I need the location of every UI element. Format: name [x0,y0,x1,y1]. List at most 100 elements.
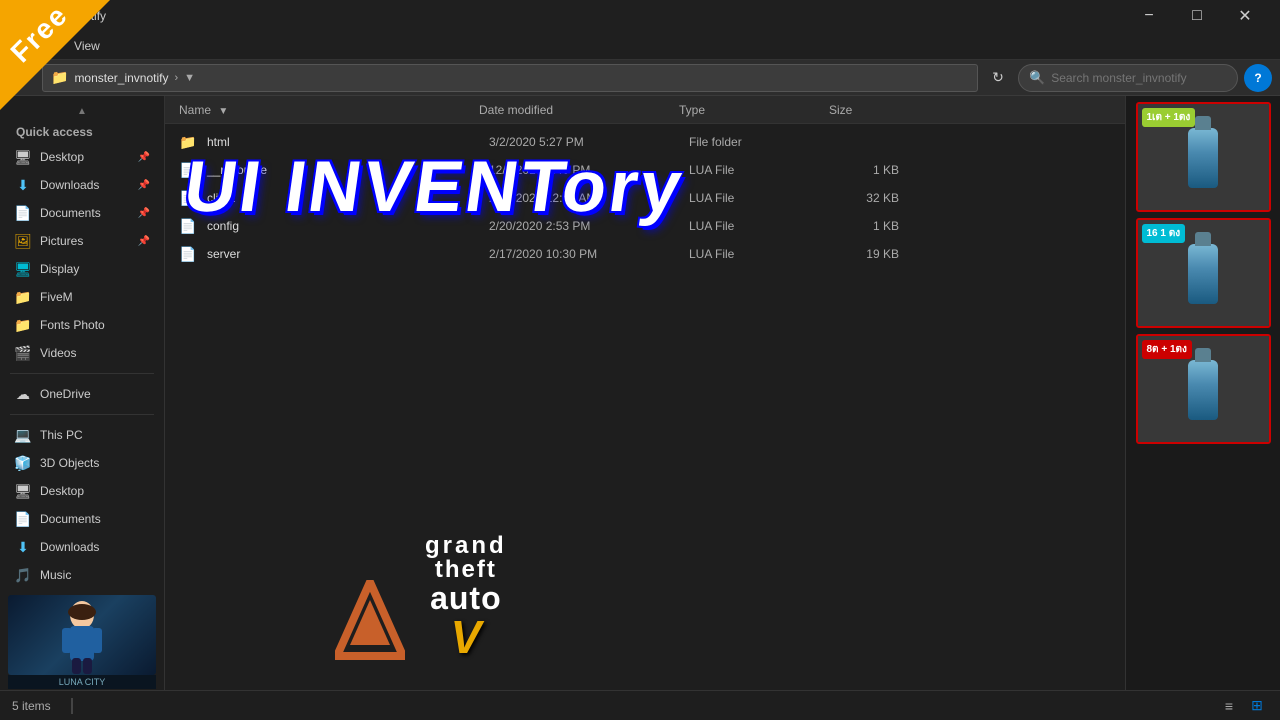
thispc-icon: 💻 [14,426,32,444]
file-row[interactable]: 📄 __resource 12/1/2019 6:40 PM LUA File … [165,156,1125,184]
music-icon: 🎵 [14,566,32,584]
luna-image [8,595,156,675]
file-area: Name ▼ Date modified Type Size UI INVENT… [165,96,1125,690]
path-dropdown[interactable]: ▼ [184,72,195,84]
file-row[interactable]: 📁 html 3/2/2020 5:27 PM File folder [165,128,1125,156]
thispc-label: This PC [40,428,150,442]
close-button[interactable]: ✕ [1222,0,1268,32]
thumbnail-3[interactable]: 8ต + 1ตง ⬇ [1136,334,1271,444]
sidebar-item-documents-quick[interactable]: 📄 Documents 📌 [0,199,164,227]
downloads-quick-label: Downloads [40,178,134,192]
lua-file-icon: 📄 [179,217,197,235]
desktop-pc-icon: 🖥 [14,482,32,500]
col-header-size[interactable]: Size [823,103,903,117]
gta-grand: grand [425,534,507,558]
documents-quick-icon: 📄 [14,204,32,222]
desktop-quick-icon: 🖥 [14,148,32,166]
file-name: client [207,191,489,205]
thumbnail-1[interactable]: 1เต + 1ตง ⬇ [1136,102,1271,212]
3d-objects-label: 3D Objects [40,456,150,470]
sidebar-item-downloads-quick[interactable]: ⬇ Downloads 📌 [0,171,164,199]
col-header-type[interactable]: Type [673,103,823,117]
minimize-button[interactable]: − [1126,0,1172,32]
thumb-bottle-3 [1188,360,1218,420]
file-row[interactable]: 📄 client 2/23/2020 12:41 AM LUA File 32 … [165,184,1125,212]
bottom-logos: grand theft auto V [335,534,507,660]
pin-icon-pictures: 📌 [138,236,150,247]
main-layout: ▲ Quick access 🖥 Desktop 📌 ⬇ Downloads 📌… [0,96,1280,690]
help-button[interactable]: ? [1244,64,1272,92]
file-row[interactable]: 📄 config 2/20/2020 2:53 PM LUA File 1 KB [165,212,1125,240]
menu-share[interactable]: Share [12,35,64,57]
fivem-label: FiveM [40,290,150,304]
address-bar: ↑ 📁 monster_invnotify › ▼ ↻ 🔍 ? [0,60,1280,96]
file-name: __resource [207,163,489,177]
up-button[interactable]: ↑ [8,64,36,92]
display-label: Display [40,262,150,276]
file-date: 12/1/2019 6:40 PM [489,163,689,177]
sidebar-item-fivem[interactable]: 📁 FiveM [0,283,164,311]
address-path-box[interactable]: 📁 monster_invnotify › ▼ [42,64,978,92]
videos-label: Videos [40,346,150,360]
window-controls: − □ ✕ [1126,0,1268,32]
pin-icon-downloads: 📌 [138,180,150,191]
pin-icon-documents: 📌 [138,208,150,219]
sidebar-item-desktop-quick[interactable]: 🖥 Desktop 📌 [0,143,164,171]
fonts-photo-icon: 📁 [14,316,32,334]
sidebar-item-onedrive[interactable]: ☁ OneDrive [0,380,164,408]
file-date: 2/23/2020 12:41 AM [489,191,689,205]
file-size: 32 KB [839,191,919,205]
file-size: 1 KB [839,219,919,233]
file-list: 📁 html 3/2/2020 5:27 PM File folder 📄 __… [165,124,1125,690]
fonts-photo-label: Fonts Photo [40,318,150,332]
menu-view[interactable]: View [64,35,110,57]
folder-file-icon: 📁 [179,133,197,151]
pictures-quick-label: Pictures [40,234,134,248]
maximize-button[interactable]: □ [1174,0,1220,32]
sidebar-item-pictures-quick[interactable]: 🖼 Pictures 📌 [0,227,164,255]
lua-file-icon: 📄 [179,161,197,179]
window-title: monster_invnotify [12,9,1126,23]
col-header-date[interactable]: Date modified [473,103,673,117]
3d-objects-icon: 🧊 [14,454,32,472]
desktop-pc-label: Desktop [40,484,150,498]
file-row[interactable]: 📄 server 2/17/2020 10:30 PM LUA File 19 … [165,240,1125,268]
file-name: config [207,219,489,233]
col-header-name[interactable]: Name ▼ [173,103,473,117]
col-name-expand[interactable]: ▼ [218,106,228,117]
videos-icon: 🎬 [14,344,32,362]
luna-caption: LUNA CITY [8,675,156,689]
search-input[interactable] [1051,71,1211,85]
sidebar-item-music[interactable]: 🎵 Music [0,561,164,589]
sidebar-item-display[interactable]: 🖥 Display [0,255,164,283]
sidebar-item-documents-pc[interactable]: 📄 Documents [0,505,164,533]
thumbnail-2[interactable]: 16 1 ตง ⬇ [1136,218,1271,328]
file-date: 2/20/2020 2:53 PM [489,219,689,233]
luna-character-svg [52,600,112,675]
search-box: 🔍 [1018,64,1238,92]
list-view-button[interactable]: ≡ [1218,695,1240,717]
tile-view-button[interactable]: ⊞ [1246,695,1268,717]
luna-image-container: LUNA CITY [8,595,156,689]
item-count: 5 items [12,699,51,713]
sidebar-item-3d-objects[interactable]: 🧊 3D Objects [0,449,164,477]
downloads-quick-icon: ⬇ [14,176,32,194]
file-type: LUA File [689,163,839,177]
title-bar: monster_invnotify − □ ✕ [0,0,1280,32]
refresh-button[interactable]: ↻ [984,64,1012,92]
arma-logo [335,580,405,660]
sidebar: ▲ Quick access 🖥 Desktop 📌 ⬇ Downloads 📌… [0,96,165,690]
file-type: File folder [689,135,839,149]
sidebar-item-videos[interactable]: 🎬 Videos [0,339,164,367]
sidebar-item-thispc[interactable]: 💻 This PC [0,421,164,449]
sidebar-item-downloads-pc[interactable]: ⬇ Downloads [0,533,164,561]
thumb-badge-3: 8ต + 1ตง [1142,340,1192,359]
sidebar-divider-2 [10,414,154,415]
search-icon: 🔍 [1029,70,1045,86]
sidebar-item-desktop-pc[interactable]: 🖥 Desktop [0,477,164,505]
column-headers: Name ▼ Date modified Type Size [165,96,1125,124]
file-type: LUA File [689,191,839,205]
folder-icon: 📁 [51,69,68,86]
documents-pc-label: Documents [40,512,150,526]
sidebar-item-fonts-photo[interactable]: 📁 Fonts Photo [0,311,164,339]
